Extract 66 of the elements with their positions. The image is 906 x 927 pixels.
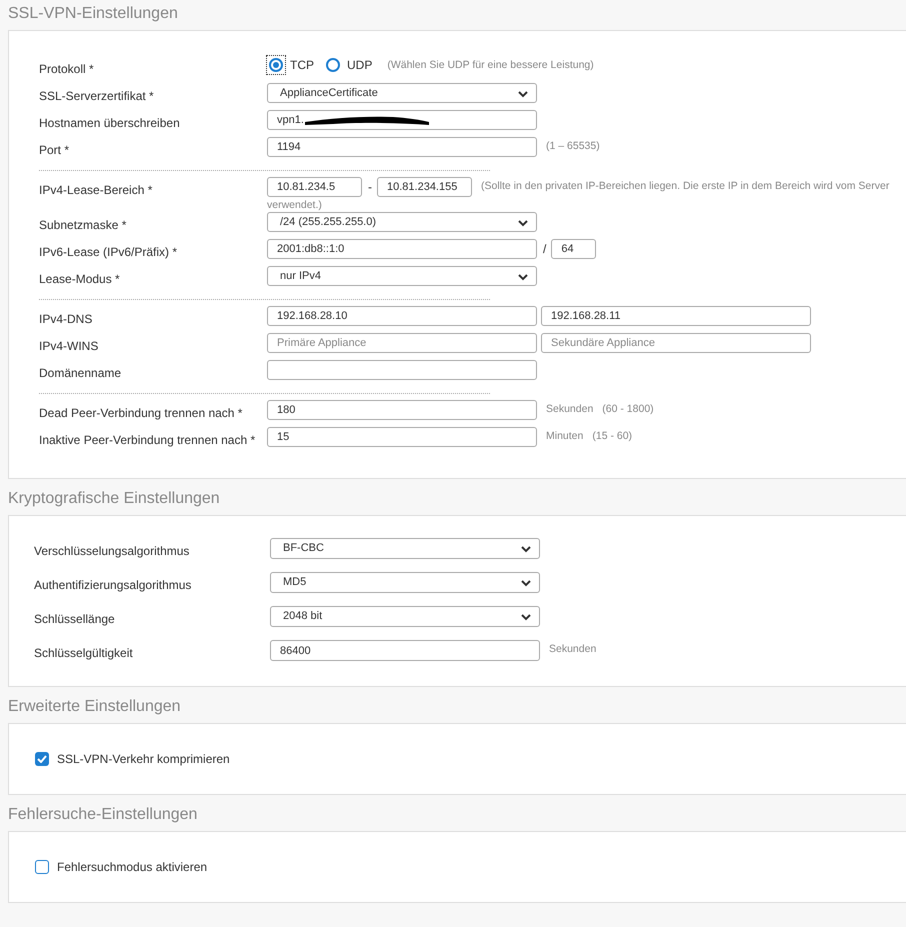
field-label: Hostnamen überschreiben xyxy=(39,116,180,130)
radio-button[interactable] xyxy=(324,56,342,74)
chevron-down-icon xyxy=(518,220,528,227)
field-label: Domänenname xyxy=(39,366,122,380)
hint-text: Sekunden xyxy=(546,402,594,416)
select-field[interactable]: nur IPv4 xyxy=(267,266,537,286)
hint-text: (Wählen Sie UDP für eine bessere Leistung) xyxy=(387,58,594,72)
separator-text: - xyxy=(368,179,372,196)
input-field[interactable]: Sekundäre Appliance xyxy=(541,333,811,353)
field-label: Protokoll * xyxy=(39,62,94,76)
input-field[interactable]: 10.81.234.5 xyxy=(267,177,362,197)
hint-text: (15 - 60) xyxy=(592,429,632,443)
check-icon xyxy=(37,755,47,763)
hint-text: Sekunden xyxy=(549,642,596,656)
chevron-down-icon xyxy=(521,580,531,587)
checkbox[interactable] xyxy=(35,860,49,874)
radio-button[interactable] xyxy=(267,56,285,74)
field-label: Schlüsselgültigkeit xyxy=(34,646,133,660)
input-field[interactable]: Primäre Appliance xyxy=(267,333,537,353)
section-heading: SSL-VPN-Einstellungen xyxy=(7,4,179,24)
input-field[interactable]: 10.81.234.155 xyxy=(377,177,472,197)
hint-text: verwendet.) xyxy=(267,199,322,212)
field-label: Schlüssellänge xyxy=(34,612,115,626)
field-label: IPv6-Lease (IPv6/Präfix) * xyxy=(39,245,178,259)
checkbox-label: SSL-VPN-Verkehr komprimieren xyxy=(57,751,230,768)
field-label: IPv4-Lease-Bereich * xyxy=(39,183,152,197)
input-field[interactable]: 86400 xyxy=(270,640,540,661)
section-heading: Erweiterte Einstellungen xyxy=(7,697,182,717)
input-field[interactable] xyxy=(267,360,537,380)
input-field[interactable]: 192.168.28.10 xyxy=(267,306,537,326)
field-label: Dead Peer-Verbindung trennen nach * xyxy=(39,406,242,420)
input-field[interactable]: 2001:db8::1:0 xyxy=(267,239,537,259)
radio-label: UDP xyxy=(347,58,372,72)
select-field[interactable]: /24 (255.255.255.0) xyxy=(267,212,537,232)
hint-text: Minuten xyxy=(546,429,584,443)
radio-label: TCP xyxy=(290,58,314,72)
hint-text: (Sollte in den privaten IP-Bereichen liegen. Die erste IP in dem Bereich wird vom Server xyxy=(481,179,890,193)
field-label: Authentifizierungsalgorithmus xyxy=(34,578,192,592)
input-field[interactable]: 64 xyxy=(551,239,596,259)
input-field[interactable]: 15 xyxy=(267,427,537,447)
chevron-down-icon xyxy=(521,546,531,553)
chevron-down-icon xyxy=(518,274,528,281)
section-heading: Kryptografische Einstellungen xyxy=(7,489,221,509)
select-field[interactable]: ApplianceCertificate xyxy=(267,83,537,103)
chevron-down-icon xyxy=(521,614,531,621)
hint-text: (60 - 1800) xyxy=(602,402,654,416)
input-field[interactable]: 1194 xyxy=(267,137,537,157)
checkbox[interactable] xyxy=(35,752,49,766)
field-label: IPv4-WINS xyxy=(39,339,98,353)
field-label: SSL-Serverzertifikat * xyxy=(39,89,154,103)
field-label: Lease-Modus * xyxy=(39,272,120,286)
field-label: Inaktive Peer-Verbindung trennen nach * xyxy=(39,433,256,447)
section-heading: Fehlersuche-Einstellungen xyxy=(7,805,198,825)
checkbox-label: Fehlersuchmodus aktivieren xyxy=(57,859,208,876)
input-field[interactable]: 180 xyxy=(267,400,537,420)
field-label: Port * xyxy=(39,143,70,157)
select-field[interactable]: MD5 xyxy=(270,572,540,593)
select-field[interactable]: 2048 bit xyxy=(270,606,540,627)
field-label: Verschlüsselungsalgorithmus xyxy=(34,544,190,558)
input-field[interactable]: 192.168.28.11 xyxy=(541,306,811,326)
field-label: Subnetzmaske * xyxy=(39,218,126,232)
hint-text: (1 – 65535) xyxy=(546,139,600,153)
chevron-down-icon xyxy=(518,91,528,98)
separator-text: / xyxy=(543,241,546,258)
select-field[interactable]: BF-CBC xyxy=(270,538,540,559)
field-label: IPv4-DNS xyxy=(39,312,92,326)
